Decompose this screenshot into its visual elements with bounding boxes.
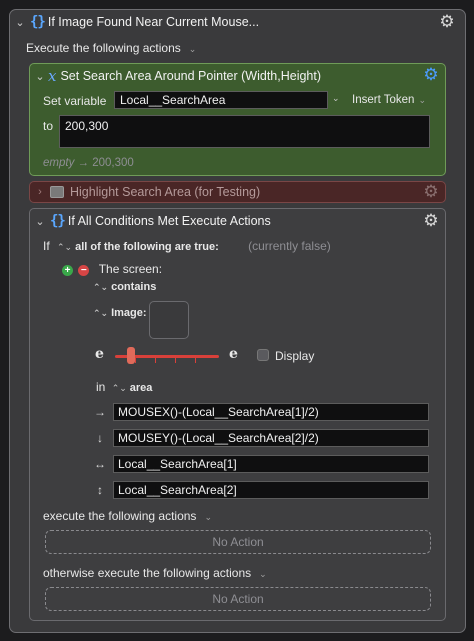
gear-icon[interactable]: ⚙ bbox=[422, 66, 440, 84]
highlight-action-icon bbox=[50, 186, 64, 198]
condition-row: + − The screen: bbox=[62, 262, 162, 276]
if-scope-row: If ⌃⌄ all of the following are true: (cur… bbox=[43, 239, 331, 253]
insert-token-menu[interactable]: Insert Token ⌄ bbox=[352, 94, 426, 106]
inner-if-header: ⌄ {} If All Conditions Met Execute Actio… bbox=[34, 213, 271, 229]
slider-tick bbox=[195, 358, 196, 363]
collapse-chevron-icon[interactable]: ⌄ bbox=[34, 70, 46, 83]
display-checkbox[interactable] bbox=[257, 349, 269, 361]
chevron-down-icon: ⌄ bbox=[259, 569, 267, 579]
preview-empty: empty bbox=[43, 157, 75, 169]
outer-execute-text: Execute the following actions bbox=[26, 41, 181, 55]
scope-selector[interactable]: all of the following are true: bbox=[75, 241, 219, 253]
expand-chevron-icon[interactable]: › bbox=[34, 186, 46, 198]
up-down-chevron-icon: ⌃⌄ bbox=[93, 308, 109, 318]
arrow-right-icon: → bbox=[77, 157, 93, 169]
chevron-down-icon: ⌄ bbox=[204, 512, 212, 522]
image-selector[interactable]: ⌃⌄ Image: bbox=[93, 307, 147, 319]
area-selector[interactable]: area bbox=[130, 382, 153, 394]
in-label: in bbox=[96, 380, 106, 394]
insert-token-text: Insert Token bbox=[352, 94, 415, 106]
value-preview: empty → 200,300 bbox=[43, 157, 134, 169]
set-variable-label: Set variable bbox=[43, 94, 107, 108]
preview-value: 200,300 bbox=[92, 157, 134, 169]
arrow-vertical-icon: ↕ bbox=[97, 483, 103, 497]
to-label: to bbox=[43, 119, 54, 133]
outer-execute-label[interactable]: Execute the following actions ⌄ bbox=[26, 41, 196, 55]
if-all-conditions-action: ⌄ {} If All Conditions Met Execute Actio… bbox=[29, 208, 446, 621]
arrow-down-icon: ↓ bbox=[97, 431, 103, 445]
remove-condition-icon[interactable]: − bbox=[78, 265, 90, 276]
condition-label: The screen: bbox=[98, 262, 163, 276]
highlight-title[interactable]: Highlight Search Area (for Testing) bbox=[70, 185, 260, 199]
fuzz-high-icon: e bbox=[229, 346, 238, 362]
arrow-right-icon: → bbox=[94, 405, 106, 419]
add-condition-icon[interactable]: + bbox=[62, 265, 73, 276]
slider-tick bbox=[155, 358, 156, 363]
slider-thumb[interactable] bbox=[127, 347, 135, 364]
display-label: Display bbox=[275, 349, 315, 363]
set-variable-header: ⌄ x Set Search Area Around Pointer (Widt… bbox=[34, 67, 321, 85]
up-down-chevron-icon[interactable]: ⌃⌄ bbox=[57, 242, 72, 252]
contains-selector[interactable]: ⌃⌄ contains bbox=[93, 281, 156, 293]
area-left-field[interactable]: MOUSEX()-(Local__SearchArea[1]/2) bbox=[113, 403, 429, 421]
up-down-chevron-icon: ⌃⌄ bbox=[93, 282, 109, 292]
contains-text: contains bbox=[111, 281, 157, 293]
no-action-drop-zone[interactable]: No Action bbox=[45, 530, 431, 554]
variable-menu-chevron-icon[interactable]: ⌄ bbox=[332, 93, 340, 104]
area-height-field[interactable]: Local__SearchArea[2] bbox=[113, 481, 429, 499]
highlight-header: › Highlight Search Area (for Testing) bbox=[34, 185, 260, 199]
set-variable-action: ⌄ x Set Search Area Around Pointer (Widt… bbox=[29, 63, 446, 176]
slider-tick bbox=[175, 358, 176, 363]
gear-icon[interactable]: ⚙ bbox=[422, 183, 440, 201]
collapse-chevron-icon[interactable]: ⌄ bbox=[14, 16, 26, 29]
image-well[interactable] bbox=[149, 301, 189, 339]
braces-icon: {} bbox=[30, 14, 46, 30]
highlight-search-area-action: › Highlight Search Area (for Testing) ⚙ bbox=[29, 181, 446, 203]
image-label: Image: bbox=[111, 307, 147, 319]
in-area-row: in ⌃⌄ area bbox=[96, 380, 152, 394]
outer-header: ⌄ {} If Image Found Near Current Mouse..… bbox=[14, 14, 259, 30]
otherwise-actions-label[interactable]: otherwise execute the following actions ⌄ bbox=[43, 566, 267, 580]
condition-status: (currently false) bbox=[248, 239, 331, 253]
if-label: If bbox=[43, 239, 50, 253]
set-variable-title[interactable]: Set Search Area Around Pointer (Width,He… bbox=[60, 69, 321, 83]
chevron-down-icon: ⌄ bbox=[418, 95, 426, 105]
variable-name-field[interactable]: Local__SearchArea bbox=[114, 91, 328, 109]
value-textarea[interactable]: 200,300 bbox=[59, 115, 430, 148]
chevron-down-icon: ⌄ bbox=[188, 44, 197, 54]
arrow-horizontal-icon: ↔ bbox=[94, 457, 106, 471]
collapse-chevron-icon[interactable]: ⌄ bbox=[34, 215, 46, 228]
if-image-found-group: ⌄ {} If Image Found Near Current Mouse..… bbox=[9, 9, 466, 633]
area-top-field[interactable]: MOUSEY()-(Local__SearchArea[2]/2) bbox=[113, 429, 429, 447]
inner-if-title[interactable]: If All Conditions Met Execute Actions bbox=[68, 214, 271, 228]
otherwise-actions-text: otherwise execute the following actions bbox=[43, 566, 252, 580]
area-width-field[interactable]: Local__SearchArea[1] bbox=[113, 455, 429, 473]
otherwise-no-action-drop-zone[interactable]: No Action bbox=[45, 587, 431, 611]
outer-title[interactable]: If Image Found Near Current Mouse... bbox=[48, 15, 259, 29]
execute-actions-label[interactable]: execute the following actions ⌄ bbox=[43, 509, 212, 523]
braces-icon: {} bbox=[50, 213, 66, 229]
variable-x-icon: x bbox=[48, 67, 57, 85]
slider-tick bbox=[135, 358, 136, 363]
gear-icon[interactable]: ⚙ bbox=[438, 13, 456, 31]
fuzz-low-icon: e bbox=[95, 346, 104, 362]
fuzz-slider[interactable] bbox=[115, 347, 219, 365]
up-down-chevron-icon[interactable]: ⌃⌄ bbox=[112, 383, 127, 393]
gear-icon[interactable]: ⚙ bbox=[422, 212, 440, 230]
execute-actions-text: execute the following actions bbox=[43, 509, 197, 523]
